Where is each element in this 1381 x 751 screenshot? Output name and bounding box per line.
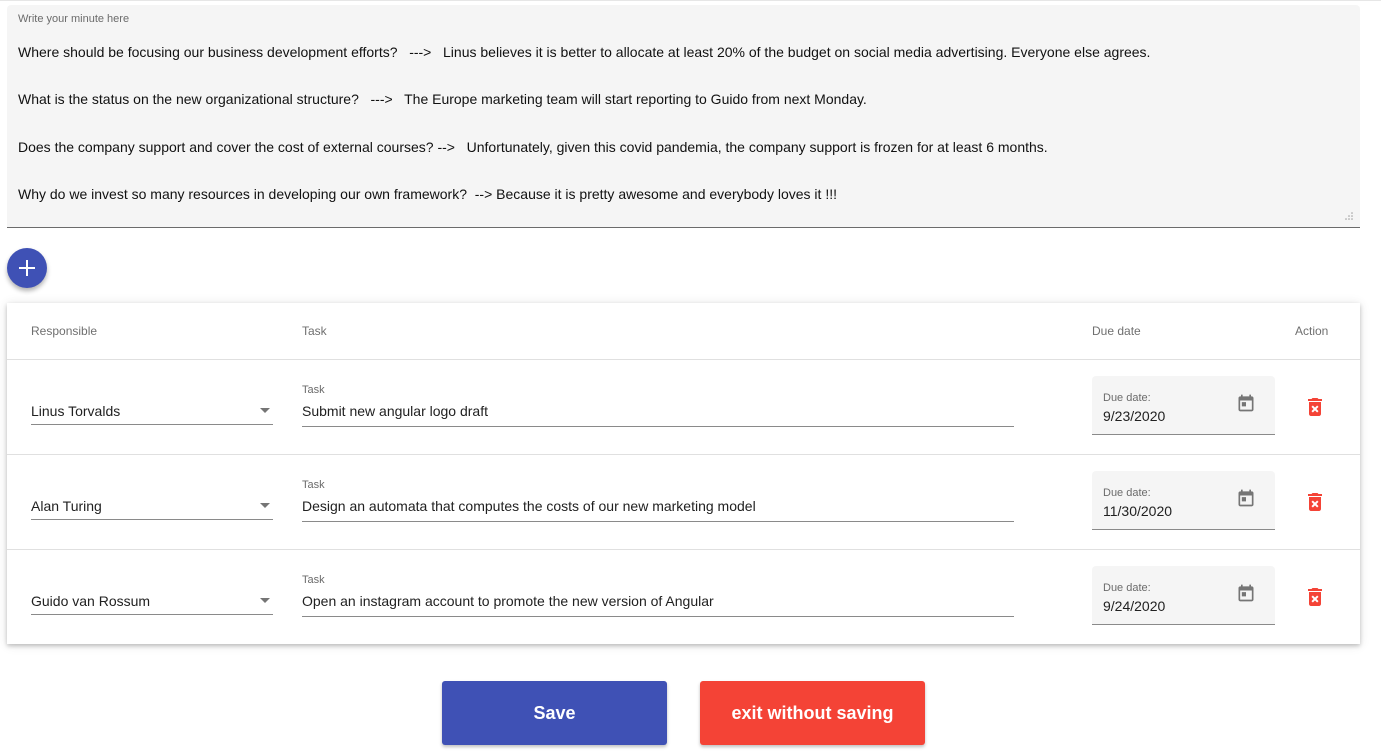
task-value: Design an automata that computes the cos… <box>302 498 756 514</box>
due-date-value: 11/30/2020 <box>1103 503 1173 519</box>
due-date-label: Due date: <box>1103 392 1151 404</box>
resize-grip-icon[interactable] <box>1344 211 1354 221</box>
responsible-select[interactable]: Guido van Rossum <box>31 585 273 615</box>
delete-icon[interactable] <box>1303 395 1327 419</box>
table-row: Alan Turing Task Design an automata that… <box>7 454 1360 550</box>
table-row: Guido van Rossum Task Open an instagram … <box>7 549 1360 645</box>
due-date-input[interactable]: Due date: 9/23/2020 <box>1092 376 1275 435</box>
dropdown-arrow-icon <box>260 503 270 508</box>
due-date-label: Due date: <box>1103 582 1151 594</box>
delete-icon[interactable] <box>1303 490 1327 514</box>
task-input[interactable]: Task Design an automata that computes th… <box>302 479 1014 522</box>
minutes-line: Where should be focusing our business de… <box>18 44 1151 60</box>
responsible-value: Linus Torvalds <box>31 403 121 419</box>
minutes-line: Does the company support and cover the c… <box>18 138 1048 155</box>
responsible-value: Alan Turing <box>31 498 102 514</box>
responsible-value: Guido van Rossum <box>31 593 151 609</box>
delete-icon[interactable] <box>1303 585 1327 609</box>
due-date-input[interactable]: Due date: 11/30/2020 <box>1092 471 1275 530</box>
calendar-icon[interactable] <box>1236 393 1256 413</box>
calendar-icon[interactable] <box>1236 488 1256 508</box>
header-due-date: Due date <box>1092 324 1141 338</box>
task-value: Open an instagram account to promote the… <box>302 593 714 609</box>
calendar-icon[interactable] <box>1236 583 1256 603</box>
exit-without-saving-button[interactable]: exit without saving <box>700 681 925 745</box>
due-date-value: 9/24/2020 <box>1103 598 1166 614</box>
minutes-label: Write your minute here <box>18 13 130 25</box>
due-date-label: Due date: <box>1103 487 1151 499</box>
header-action: Action <box>1295 324 1329 338</box>
task-label: Task <box>302 574 325 586</box>
plus-icon <box>19 260 35 276</box>
task-label: Task <box>302 384 325 396</box>
responsible-select[interactable]: Linus Torvalds <box>31 395 273 425</box>
table-row: Linus Torvalds Task Submit new angular l… <box>7 359 1360 455</box>
task-value: Submit new angular logo draft <box>302 403 488 419</box>
due-date-value: 9/23/2020 <box>1103 408 1166 424</box>
header-task: Task <box>302 324 327 338</box>
minutes-line: What is the status on the new organizati… <box>18 91 867 108</box>
minutes-textarea[interactable]: Write your minute here Where should be f… <box>7 5 1360 228</box>
task-label: Task <box>302 479 325 491</box>
dropdown-arrow-icon <box>260 598 270 603</box>
header-responsible: Responsible <box>31 324 98 338</box>
add-task-button[interactable] <box>7 248 47 288</box>
save-button[interactable]: Save <box>442 681 667 745</box>
due-date-input[interactable]: Due date: 9/24/2020 <box>1092 566 1275 625</box>
task-input[interactable]: Task Submit new angular logo draft <box>302 384 1014 427</box>
dropdown-arrow-icon <box>260 408 270 413</box>
tasks-table: Responsible Task Due date Action Linus T… <box>7 303 1360 644</box>
minutes-text[interactable]: Where should be focusing our business de… <box>18 44 1340 233</box>
task-input[interactable]: Task Open an instagram account to promot… <box>302 574 1014 617</box>
responsible-select[interactable]: Alan Turing <box>31 490 273 520</box>
minutes-line: Why do we invest so many resources in de… <box>18 185 837 202</box>
